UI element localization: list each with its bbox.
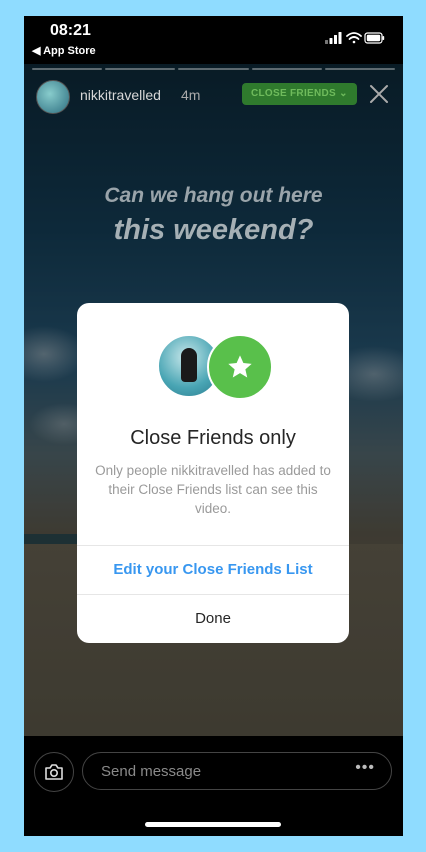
home-indicator[interactable] bbox=[145, 822, 281, 827]
close-friends-badge[interactable]: CLOSE FRIENDS ⌄ bbox=[242, 83, 357, 105]
phone-screen: 08:21 ◀ App Store nikkitravelled 4m CLOS… bbox=[24, 16, 403, 836]
status-bar: 08:21 ◀ App Store bbox=[24, 16, 403, 64]
progress-segment bbox=[251, 68, 322, 70]
status-time: 08:21 bbox=[50, 22, 91, 39]
signal-icon bbox=[325, 32, 342, 44]
done-button[interactable]: Done bbox=[77, 595, 349, 643]
status-icons bbox=[325, 31, 385, 50]
more-options-icon[interactable]: ••• bbox=[355, 759, 375, 777]
story-username[interactable]: nikkitravelled bbox=[80, 87, 161, 103]
dialog-body: Only people nikkitravelled has added to … bbox=[95, 463, 331, 516]
close-friends-star-icon bbox=[207, 334, 273, 400]
battery-icon bbox=[364, 32, 385, 44]
close-icon bbox=[370, 85, 388, 103]
dialog-title: Close Friends only bbox=[130, 427, 296, 449]
story-view[interactable]: nikkitravelled 4m CLOSE FRIENDS ⌄ Can we… bbox=[24, 64, 403, 736]
story-age: 4m bbox=[181, 87, 201, 103]
camera-icon bbox=[45, 764, 63, 780]
message-placeholder: Send message bbox=[101, 763, 202, 780]
user-avatar[interactable] bbox=[36, 80, 70, 114]
camera-button[interactable] bbox=[34, 752, 74, 792]
story-progress bbox=[32, 68, 396, 71]
reply-bar: Send message ••• bbox=[24, 736, 403, 836]
avatar-person bbox=[181, 348, 197, 382]
send-message-input[interactable]: Send message ••• bbox=[82, 752, 392, 790]
close-friends-dialog: Close Friends only Only people nikkitrav… bbox=[77, 303, 349, 643]
edit-close-friends-button[interactable]: Edit your Close Friends List bbox=[77, 546, 349, 594]
progress-segment bbox=[178, 68, 249, 70]
wifi-icon bbox=[346, 32, 362, 44]
dialog-icons bbox=[77, 334, 349, 400]
progress-segment bbox=[32, 68, 103, 70]
story-headline-2: this weekend? bbox=[113, 214, 314, 246]
story-headline-1: Can we hang out here bbox=[104, 184, 323, 207]
back-to-app-store[interactable]: ◀ App Store bbox=[32, 44, 96, 57]
progress-segment bbox=[324, 68, 396, 70]
progress-segment bbox=[105, 68, 176, 70]
close-story-button[interactable] bbox=[367, 82, 391, 106]
story-header: nikkitravelled 4m CLOSE FRIENDS ⌄ bbox=[24, 78, 403, 122]
